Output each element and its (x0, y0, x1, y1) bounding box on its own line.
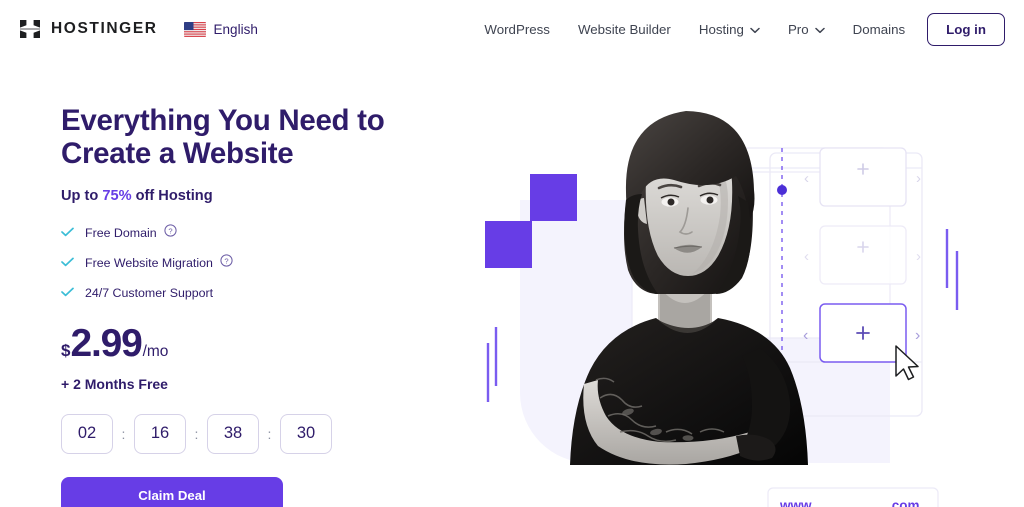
prev-arrow-icon: ‹ (804, 170, 809, 187)
nav-label: Domains (852, 21, 906, 37)
hero-content: Everything You Need to Create a Website … (61, 104, 461, 507)
hero-illustration: ‹ › ‹ › ‹ › www. .com (460, 80, 1024, 507)
prev-arrow-icon: ‹ (803, 327, 808, 344)
help-question-icon[interactable]: ? (157, 224, 177, 242)
feature-item-free-migration: Free Website Migration ? (61, 254, 461, 272)
headline-line-2: Create a Website (61, 137, 294, 171)
language-label: English (213, 21, 258, 37)
headline-line-1: Everything You Need to (61, 104, 385, 137)
feature-item-customer-support: 24/7 Customer Support (61, 284, 461, 302)
language-selector[interactable]: English (183, 21, 258, 37)
nav-item-wordpress[interactable]: WordPress (484, 22, 550, 37)
check-icon (61, 224, 85, 242)
main-navigation: WordPress Website Builder Hosting Pro Do… (484, 12, 1005, 46)
card-placeholder-1: ‹ › (804, 147, 921, 207)
svg-text:?: ? (168, 226, 172, 235)
timer-unit-seconds: 30 (280, 413, 332, 454)
nav-item-website-builder[interactable]: Website Builder (578, 22, 671, 37)
guide-anchor-dot (777, 185, 787, 195)
brand-logo[interactable]: HOSTINGER (18, 17, 158, 41)
next-arrow-icon: › (915, 327, 920, 344)
site-header: HOSTINGER English WordPress Website Buil… (0, 0, 1024, 58)
hero-subheadline: Up to 75% off Hosting (61, 188, 461, 204)
price-display: $ 2.99 /mo (61, 322, 461, 366)
timer-separator: : (267, 425, 272, 442)
nav-label: Hosting (698, 21, 744, 37)
svg-text:?: ? (224, 256, 228, 265)
timer-separator: : (121, 425, 126, 442)
url-bar: www. .com (767, 487, 939, 507)
prev-arrow-icon: ‹ (804, 248, 809, 265)
help-question-icon[interactable]: ? (213, 254, 233, 272)
us-flag-icon (183, 21, 206, 37)
feature-label: Free Domain (85, 225, 157, 240)
chevron-down-icon (814, 22, 825, 37)
nav-label: Website Builder (577, 21, 671, 37)
hostinger-landing-page: HOSTINGER English WordPress Website Buil… (0, 0, 1024, 507)
hostinger-h-logo-icon (18, 17, 42, 41)
feature-label: Free Website Migration (85, 255, 213, 270)
timer-unit-hours: 16 (134, 413, 186, 454)
nav-item-pro[interactable]: Pro (788, 22, 825, 37)
check-icon (61, 254, 85, 272)
bonus-months-label: + 2 Months Free (61, 375, 168, 392)
url-suffix: .com (888, 498, 920, 507)
url-prefix: www. (779, 498, 815, 507)
nav-item-domains[interactable]: Domains (853, 22, 905, 37)
subhead-suffix: off Hosting (131, 187, 213, 204)
timer-unit-days: 02 (61, 413, 113, 454)
login-button[interactable]: Log in (927, 12, 1005, 46)
left-accent-lines (486, 327, 498, 402)
right-accent-lines (945, 229, 959, 310)
subhead-prefix: Up to (61, 187, 103, 204)
timer-unit-minutes: 38 (207, 413, 259, 454)
price-currency: $ (61, 340, 71, 360)
timer-separator: : (194, 425, 199, 442)
mouse-cursor-icon (895, 345, 919, 381)
countdown-timer: 02 : 16 : 38 : 30 (61, 413, 461, 454)
feature-label: 24/7 Customer Support (85, 285, 214, 300)
next-arrow-icon: › (916, 170, 921, 187)
check-icon (61, 284, 85, 302)
next-arrow-icon: › (916, 248, 921, 265)
page-title: Everything You Need to Create a Website (61, 104, 461, 171)
price-period: /mo (142, 342, 169, 360)
feature-item-free-domain: Free Domain ? (61, 224, 461, 242)
nav-label: Pro (787, 21, 809, 37)
card-placeholder-2: ‹ › (804, 225, 921, 285)
claim-deal-button[interactable]: Claim Deal (61, 476, 283, 507)
price-amount: 2.99 (70, 321, 142, 365)
brand-name: HOSTINGER (51, 20, 158, 37)
feature-list: Free Domain ? Free Website Migration ? 2… (61, 224, 461, 302)
nav-item-hosting[interactable]: Hosting (699, 22, 760, 37)
discount-percent: 75% (102, 187, 132, 204)
nav-label: WordPress (484, 21, 550, 37)
chevron-down-icon (750, 22, 760, 37)
